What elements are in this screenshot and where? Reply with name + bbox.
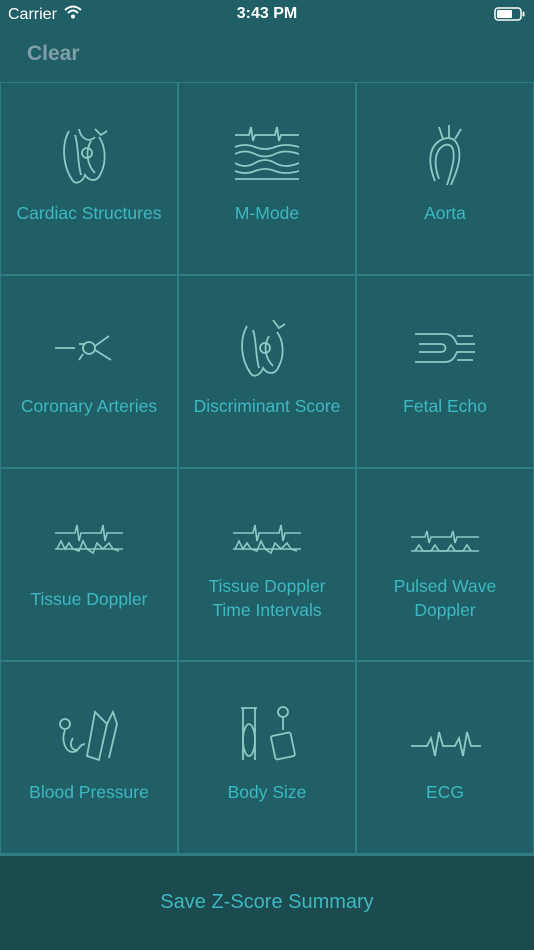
tile-label: ECG (426, 782, 464, 802)
pulsed-wave-icon (405, 507, 485, 577)
battery-icon (494, 7, 526, 26)
tile-label-line: Doppler (414, 600, 476, 620)
save-z-score-summary-button[interactable]: Save Z-Score Summary (0, 854, 534, 950)
tile-label: Aorta (424, 203, 466, 223)
nav-bar: Clear (0, 30, 534, 82)
tile-tissue-doppler-time-intervals[interactable]: Tissue Doppler Time Intervals (178, 468, 356, 661)
tile-label: M-Mode (234, 203, 300, 223)
tile-label: Coronary Arteries (20, 396, 158, 416)
save-button-label: Save Z-Score Summary (160, 891, 374, 913)
blood-pressure-cuff-icon (49, 700, 129, 770)
tile-label: Cardiac Structures (16, 203, 162, 223)
tile-pulsed-wave-doppler[interactable]: Pulsed Wave Doppler (356, 468, 534, 661)
tile-ecg[interactable]: ECG (356, 661, 534, 854)
scale-icon (227, 700, 307, 770)
clear-button[interactable]: Clear (27, 42, 80, 66)
tile-label-line: Pulsed Wave (393, 576, 497, 596)
tile-label: Body Size (227, 782, 307, 802)
tile-label: Tissue Doppler (30, 589, 148, 609)
tile-label: Discriminant Score (193, 396, 341, 416)
status-bar: Carrier 3:43 PM (0, 0, 534, 30)
tile-cardiac-structures[interactable]: Cardiac Structures (0, 82, 178, 275)
heart-icon (49, 121, 129, 191)
doppler-waveform-icon (49, 507, 129, 577)
tile-label: Pulsed Wave Doppler (363, 574, 527, 622)
fetal-echo-icon (405, 314, 485, 384)
tile-aorta[interactable]: Aorta (356, 82, 534, 275)
tile-label-line: Time Intervals (212, 600, 322, 620)
tile-body-size[interactable]: Body Size (178, 661, 356, 854)
aorta-icon (405, 121, 485, 191)
m-mode-wave-icon (227, 121, 307, 191)
tile-label: Blood Pressure (29, 782, 149, 802)
heart-icon (227, 314, 307, 384)
doppler-waveform-icon (227, 507, 307, 577)
coronary-artery-icon (49, 314, 129, 384)
ecg-trace-icon (405, 700, 485, 770)
tile-label: Tissue Doppler Time Intervals (185, 574, 349, 622)
calculator-grid: Cardiac Structures M-Mode Aorta Coronary… (0, 82, 534, 854)
tile-label: Fetal Echo (403, 396, 487, 416)
tile-label-line: Tissue Doppler (208, 576, 326, 596)
tile-m-mode[interactable]: M-Mode (178, 82, 356, 275)
tile-fetal-echo[interactable]: Fetal Echo (356, 275, 534, 468)
tile-tissue-doppler[interactable]: Tissue Doppler (0, 468, 178, 661)
status-time: 3:43 PM (236, 5, 298, 22)
tile-blood-pressure[interactable]: Blood Pressure (0, 661, 178, 854)
tile-coronary-arteries[interactable]: Coronary Arteries (0, 275, 178, 468)
tile-discriminant-score[interactable]: Discriminant Score (178, 275, 356, 468)
